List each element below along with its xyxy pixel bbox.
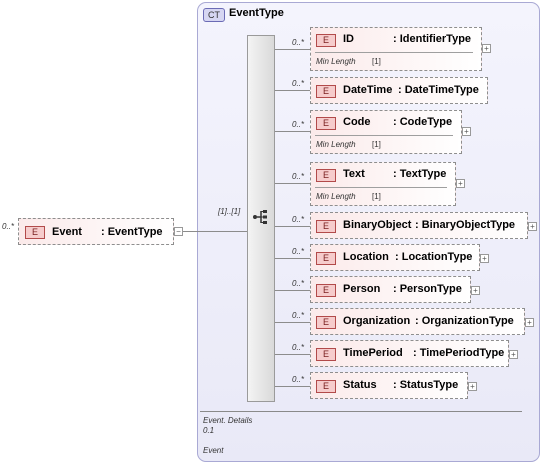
- element-badge: E: [316, 252, 336, 265]
- element-datetime[interactable]: E DateTime : DateTimeType: [310, 77, 488, 104]
- element-id[interactable]: E ID : IdentifierType Min Length [1]: [310, 27, 482, 71]
- footer-separator: [200, 411, 522, 412]
- facet-separator: [315, 187, 447, 188]
- facet-value: [1]: [372, 57, 381, 66]
- element-type: : IdentifierType: [393, 33, 472, 45]
- expand-icon[interactable]: +: [528, 222, 537, 231]
- element-type: : CodeType: [393, 116, 453, 128]
- element-type: : TextType: [393, 168, 447, 180]
- element-name: DateTime: [343, 84, 393, 96]
- element-type: : PersonType: [393, 283, 462, 295]
- element-name: BinaryObject: [343, 219, 412, 231]
- element-name: Text: [343, 168, 365, 180]
- child-cardinality: 0..*: [292, 38, 305, 47]
- expand-icon[interactable]: +: [468, 382, 477, 391]
- element-type: : EventType: [101, 226, 163, 238]
- element-type: : StatusType: [393, 379, 459, 391]
- root-element-event[interactable]: E Event : EventType: [18, 218, 174, 245]
- complex-type-title: EventType: [229, 7, 284, 19]
- facet-value: [1]: [372, 140, 381, 149]
- child-cardinality: 0..*: [292, 215, 305, 224]
- child-cardinality: 0..*: [292, 79, 305, 88]
- expand-icon[interactable]: +: [456, 179, 465, 188]
- element-badge: E: [316, 34, 336, 47]
- annotation-line-2: 0.1: [203, 426, 215, 435]
- element-badge: E: [316, 316, 336, 329]
- element-organization[interactable]: E Organization : OrganizationType: [310, 308, 525, 335]
- element-badge: E: [316, 169, 336, 182]
- element-name: TimePeriod: [343, 347, 403, 359]
- connector-line: [275, 354, 310, 355]
- element-badge: E: [316, 117, 336, 130]
- connector-line: [183, 231, 247, 232]
- element-badge: E: [316, 220, 336, 233]
- connector-line: [275, 386, 310, 387]
- connector-line: [275, 226, 310, 227]
- expand-icon[interactable]: +: [482, 44, 491, 53]
- element-name: Event: [52, 226, 82, 238]
- sequence-icon: [253, 210, 267, 224]
- connector-line: [275, 183, 310, 184]
- child-cardinality: 0..*: [292, 375, 305, 384]
- root-cardinality: 0..*: [2, 222, 15, 231]
- element-text[interactable]: E Text : TextType Min Length [1]: [310, 162, 456, 206]
- element-type: : BinaryObjectType: [415, 219, 516, 231]
- element-name: ID: [343, 33, 354, 45]
- element-name: Person: [343, 283, 381, 295]
- facet-label: Min Length: [316, 57, 356, 66]
- complex-type-badge: CT: [203, 8, 225, 22]
- connector-line: [275, 258, 310, 259]
- element-name: Code: [343, 116, 371, 128]
- element-badge: E: [316, 348, 336, 361]
- facet-label: Min Length: [316, 140, 356, 149]
- facet-separator: [315, 52, 473, 53]
- expand-icon[interactable]: +: [509, 350, 518, 359]
- element-code[interactable]: E Code : CodeType Min Length [1]: [310, 110, 462, 154]
- connector-line: [275, 131, 310, 132]
- element-badge: E: [316, 284, 336, 297]
- child-cardinality: 0..*: [292, 172, 305, 181]
- annotation-line-3: Event: [203, 446, 224, 455]
- child-cardinality: 0..*: [292, 279, 305, 288]
- expand-icon[interactable]: +: [462, 127, 471, 136]
- connector-line: [275, 322, 310, 323]
- expand-icon[interactable]: +: [471, 286, 480, 295]
- child-cardinality: 0..*: [292, 343, 305, 352]
- element-type: : OrganizationType: [415, 315, 514, 327]
- sequence-cardinality: [1]..[1]: [218, 207, 241, 216]
- facet-value: [1]: [372, 192, 381, 201]
- facet-label: Min Length: [316, 192, 356, 201]
- expand-icon[interactable]: +: [525, 318, 534, 327]
- child-cardinality: 0..*: [292, 311, 305, 320]
- element-binaryobject[interactable]: E BinaryObject : BinaryObjectType: [310, 212, 528, 239]
- element-name: Organization: [343, 315, 411, 327]
- element-type: : TimePeriodType: [413, 347, 505, 359]
- element-person[interactable]: E Person : PersonType: [310, 276, 471, 303]
- element-name: Status: [343, 379, 377, 391]
- element-type: : DateTimeType: [398, 84, 479, 96]
- child-cardinality: 0..*: [292, 247, 305, 256]
- element-badge: E: [316, 85, 336, 98]
- connector-line: [275, 90, 310, 91]
- annotation-line-1: Event. Details: [203, 416, 253, 425]
- expand-icon[interactable]: +: [480, 254, 489, 263]
- element-timeperiod[interactable]: E TimePeriod : TimePeriodType: [310, 340, 509, 367]
- child-cardinality: 0..*: [292, 120, 305, 129]
- connector-line: [275, 49, 310, 50]
- element-status[interactable]: E Status : StatusType: [310, 372, 468, 399]
- element-badge: E: [316, 380, 336, 393]
- collapse-toggle-icon[interactable]: −: [174, 227, 183, 236]
- element-name: Location: [343, 251, 389, 263]
- element-type: : LocationType: [395, 251, 473, 263]
- facet-separator: [315, 135, 453, 136]
- connector-line: [275, 290, 310, 291]
- element-location[interactable]: E Location : LocationType: [310, 244, 480, 271]
- element-badge: E: [25, 226, 45, 239]
